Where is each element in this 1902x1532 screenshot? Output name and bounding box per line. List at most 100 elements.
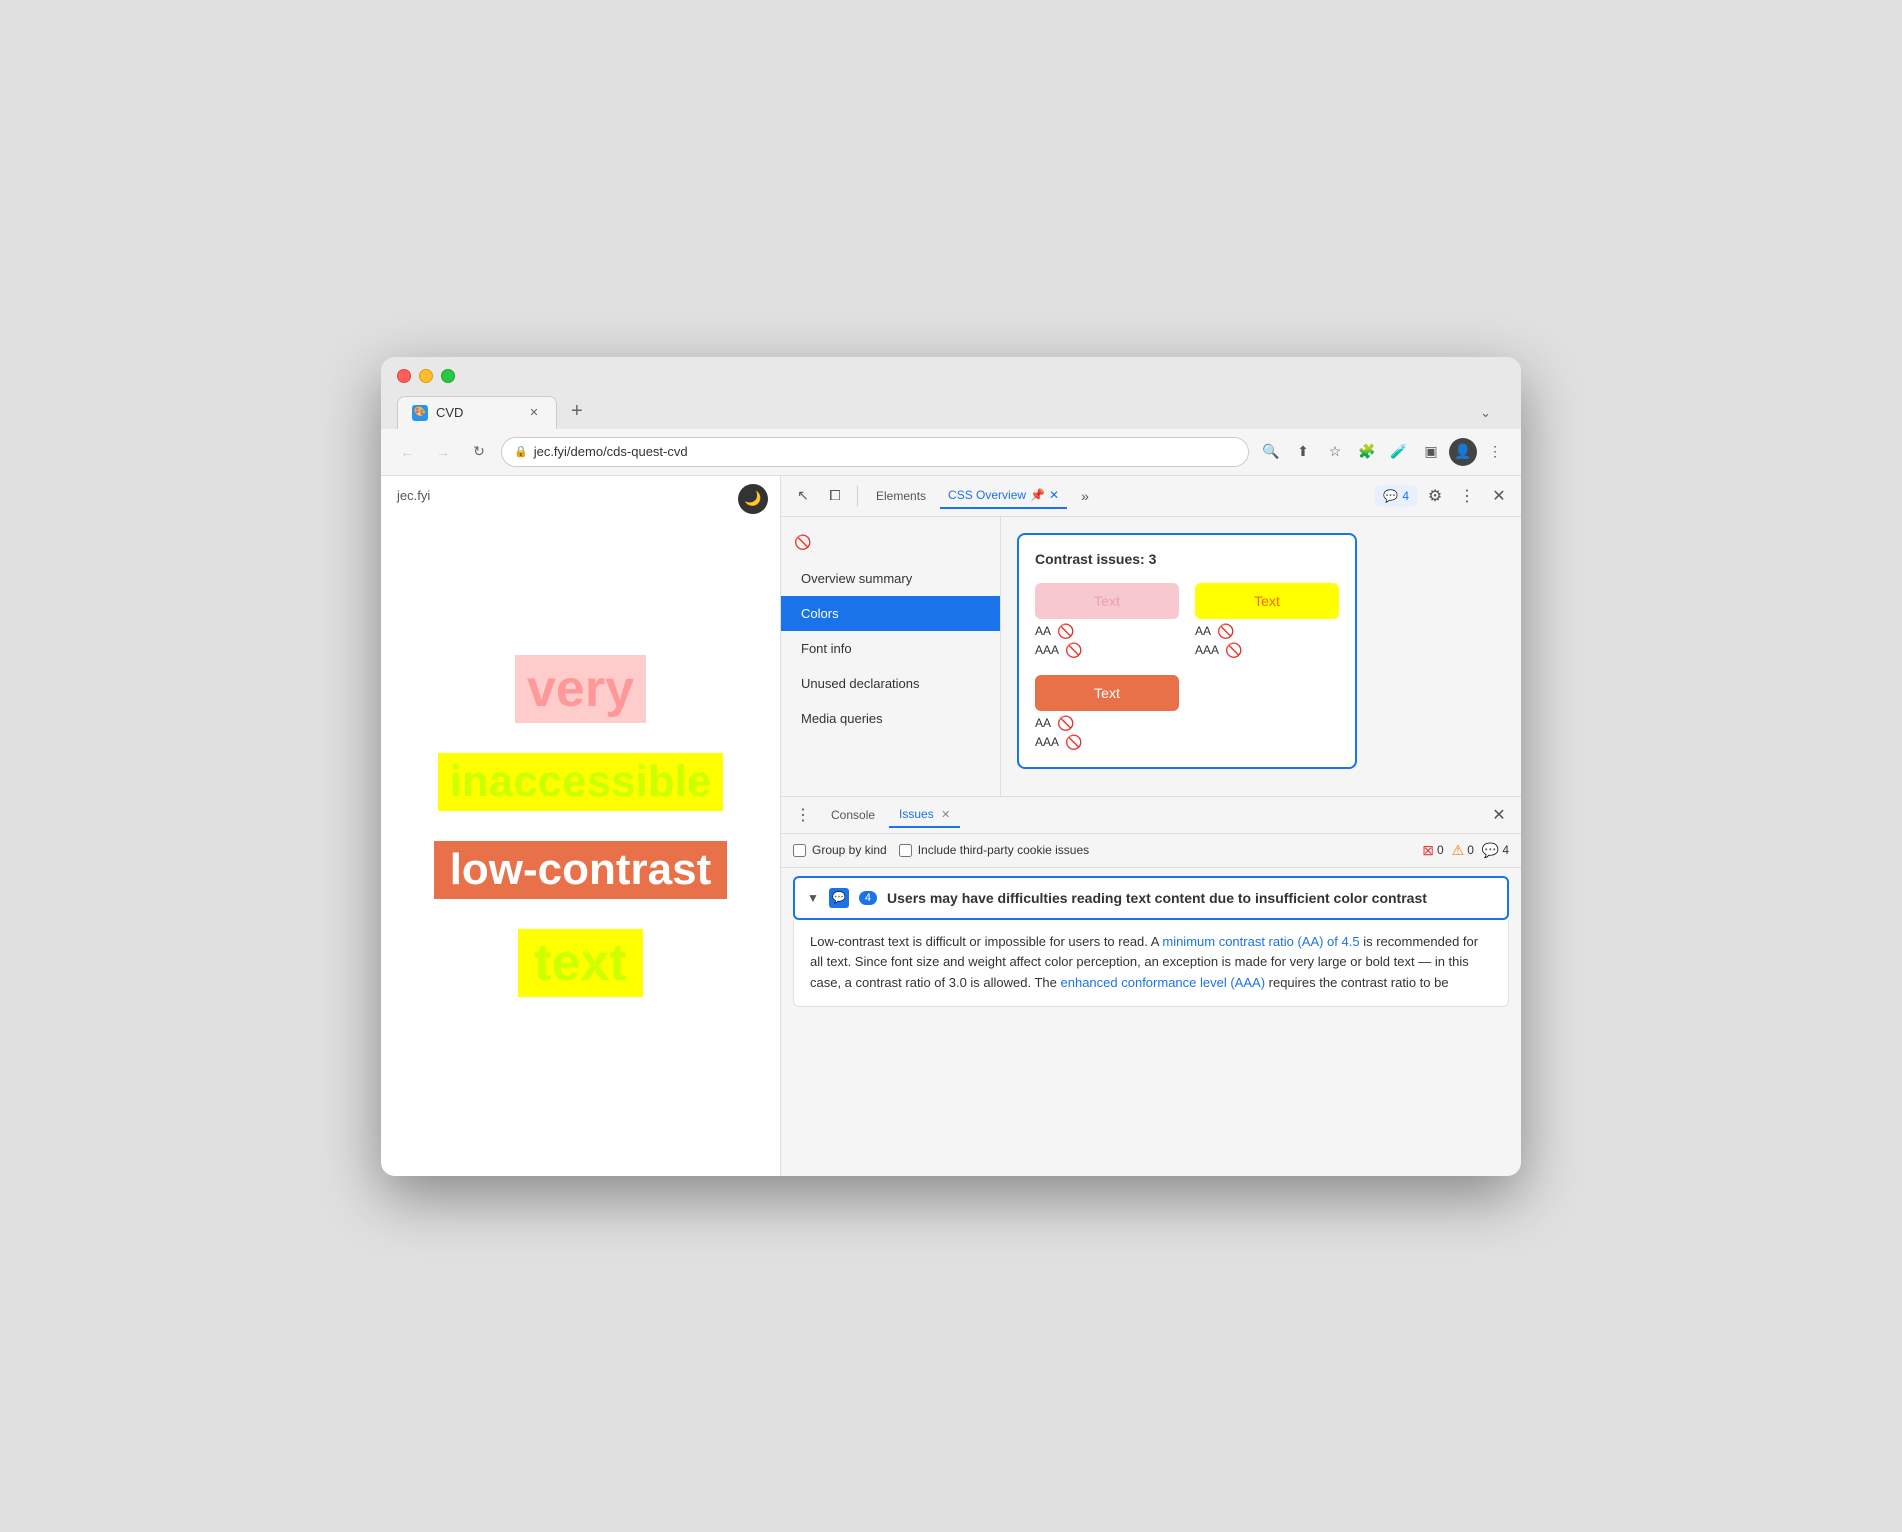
toolbar-separator <box>857 486 858 506</box>
devtools-panel: ↖ ⧠ Elements CSS Overview 📌 ✕ » 💬 4 ⚙ ⋮ … <box>781 476 1521 1176</box>
lock-icon: 🔒 <box>514 445 528 458</box>
group-by-kind-input[interactable] <box>793 844 806 857</box>
close-traffic-light[interactable] <box>397 369 411 383</box>
css-overview-close[interactable]: ✕ <box>1049 488 1059 502</box>
profile-button[interactable]: 👤 <box>1449 438 1477 466</box>
address-bar[interactable]: 🔒 jec.fyi/demo/cds-quest-cvd <box>501 437 1249 467</box>
devtools-more-button[interactable]: ⋮ <box>1453 482 1481 510</box>
contrast-text-box-orange[interactable]: Text <box>1035 675 1179 711</box>
tab-close-button[interactable]: ✕ <box>526 405 542 421</box>
contrast-rating-aa-yellow: AA 🚫 <box>1195 623 1339 640</box>
split-view-button[interactable]: ▣ <box>1417 438 1445 466</box>
tab-css-overview[interactable]: CSS Overview 📌 ✕ <box>940 483 1067 509</box>
menu-button[interactable]: ⋮ <box>1481 438 1509 466</box>
contrast-ratings-pink: AA 🚫 AAA 🚫 <box>1035 623 1179 659</box>
back-button[interactable]: ← <box>393 438 421 466</box>
issues-tab-close[interactable]: ✕ <box>941 809 950 821</box>
contrast-panel: Contrast issues: 3 Text AA <box>1017 533 1357 769</box>
contrast-item-pink: Text AA 🚫 AAA 🚫 <box>1035 583 1179 659</box>
contrast-rating-aa-pink: AA 🚫 <box>1035 623 1179 640</box>
issue-type-icon: 💬 <box>829 888 849 908</box>
no-capture-button[interactable]: 🚫 <box>789 529 817 557</box>
contrast-grid: Text AA 🚫 AAA 🚫 <box>1035 583 1339 751</box>
error-icon: ⊠ <box>1422 842 1434 859</box>
issue-body: Low-contrast text is difficult or imposs… <box>793 920 1509 1007</box>
cursor-tool-button[interactable]: ↖ <box>789 482 817 510</box>
minimize-traffic-light[interactable] <box>419 369 433 383</box>
contrast-item-orange: Text AA 🚫 AAA 🚫 <box>1035 675 1179 751</box>
device-tool-button[interactable]: ⧠ <box>821 482 849 510</box>
bottom-panel-menu[interactable]: ⋮ <box>789 801 817 829</box>
tab-favicon: 🎨 <box>412 405 428 421</box>
sidebar-item-media-queries[interactable]: Media queries <box>781 701 1000 736</box>
issues-toolbar: Group by kind Include third-party cookie… <box>781 834 1521 868</box>
more-tabs-button[interactable]: » <box>1071 482 1099 510</box>
info-icon: 💬 <box>1482 842 1499 859</box>
contrast-text-box-yellow[interactable]: Text <box>1195 583 1339 619</box>
aaa-fail-icon-yellow: 🚫 <box>1225 642 1242 659</box>
share-button[interactable]: ⬆ <box>1289 438 1317 466</box>
bottom-panel-close[interactable]: ✕ <box>1485 801 1513 829</box>
group-by-kind-checkbox[interactable]: Group by kind <box>793 843 887 857</box>
search-button[interactable]: 🔍 <box>1257 438 1285 466</box>
main-area: jec.fyi 🌙 very inaccessible low-contrast… <box>381 476 1521 1176</box>
tab-list-button[interactable]: ⌄ <box>1466 397 1505 429</box>
devtools-settings-button[interactable]: ⚙ <box>1421 482 1449 510</box>
traffic-lights <box>397 369 1505 383</box>
issue-count-badge: 4 <box>859 891 877 905</box>
warning-icon: ⚠ <box>1452 842 1465 859</box>
site-label: jec.fyi <box>397 488 430 503</box>
issue-expand-arrow[interactable]: ▼ <box>807 891 819 905</box>
pin-icon: 📌 <box>1030 488 1045 502</box>
third-party-checkbox[interactable]: Include third-party cookie issues <box>899 843 1089 857</box>
dark-mode-button[interactable]: 🌙 <box>738 484 768 514</box>
forward-button[interactable]: → <box>429 438 457 466</box>
tab-console[interactable]: Console <box>821 803 885 827</box>
devtools-close-button[interactable]: ✕ <box>1485 482 1513 510</box>
sidebar-item-colors[interactable]: Colors <box>781 596 1000 631</box>
css-overview-label: CSS Overview <box>948 488 1026 502</box>
contrast-rating-aa-orange: AA 🚫 <box>1035 715 1179 732</box>
issues-badge-count: 4 <box>1402 489 1409 503</box>
issues-badge[interactable]: 💬 4 <box>1375 485 1417 507</box>
browser-tab[interactable]: 🎨 CVD ✕ <box>397 396 557 429</box>
sidebar-item-overview-summary[interactable]: Overview summary <box>781 561 1000 596</box>
demo-text-text: text <box>518 929 642 997</box>
css-sidebar: 🚫 Overview summary Colors Font info Unus… <box>781 517 1001 796</box>
refresh-button[interactable]: ↻ <box>465 438 493 466</box>
tab-elements[interactable]: Elements <box>866 484 936 508</box>
extensions-button[interactable]: 🧩 <box>1353 438 1381 466</box>
bottom-tab-bar: ⋮ Console Issues ✕ ✕ <box>781 797 1521 834</box>
sidebar-item-unused-declarations[interactable]: Unused declarations <box>781 666 1000 701</box>
third-party-input[interactable] <box>899 844 912 857</box>
sidebar-item-font-info[interactable]: Font info <box>781 631 1000 666</box>
contrast-rating-aaa-yellow: AAA 🚫 <box>1195 642 1339 659</box>
contrast-ratings-yellow: AA 🚫 AAA 🚫 <box>1195 623 1339 659</box>
issue-header[interactable]: ▼ 💬 4 Users may have difficulties readin… <box>793 876 1509 920</box>
css-main-content: Contrast issues: 3 Text AA <box>1001 517 1521 796</box>
issues-badge-icon: 💬 <box>1383 489 1398 503</box>
devtools-top-bar: ↖ ⧠ Elements CSS Overview 📌 ✕ » 💬 4 ⚙ ⋮ … <box>781 476 1521 517</box>
tab-issues[interactable]: Issues ✕ <box>889 802 960 828</box>
fullscreen-traffic-light[interactable] <box>441 369 455 383</box>
bottom-panel: ⋮ Console Issues ✕ ✕ Group by kind <box>781 796 1521 1176</box>
issues-badges: ⊠ 0 ⚠ 0 💬 4 <box>1422 842 1509 859</box>
aa-fail-icon-yellow: 🚫 <box>1217 623 1234 640</box>
flask-button[interactable]: 🧪 <box>1385 438 1413 466</box>
contrast-text-box-pink[interactable]: Text <box>1035 583 1179 619</box>
warning-badge: ⚠ 0 <box>1452 842 1474 859</box>
issues-content: ▼ 💬 4 Users may have difficulties readin… <box>781 868 1521 1176</box>
url-text: jec.fyi/demo/cds-quest-cvd <box>534 444 688 459</box>
aa-link[interactable]: minimum contrast ratio (AA) of 4.5 <box>1162 934 1359 949</box>
demo-very-text: very <box>515 655 646 723</box>
page-content: jec.fyi 🌙 very inaccessible low-contrast… <box>381 476 781 1176</box>
contrast-panel-title: Contrast issues: 3 <box>1035 551 1339 567</box>
aa-fail-icon-orange: 🚫 <box>1057 715 1074 732</box>
aaa-fail-icon-orange: 🚫 <box>1065 734 1082 751</box>
bookmark-button[interactable]: ☆ <box>1321 438 1349 466</box>
new-tab-button[interactable]: + <box>557 393 597 429</box>
css-overview-content: 🚫 Overview summary Colors Font info Unus… <box>781 517 1521 796</box>
demo-inaccessible-text: inaccessible <box>438 753 724 811</box>
tab-title: CVD <box>436 405 463 420</box>
aaa-link[interactable]: enhanced conformance level (AAA) <box>1061 975 1266 990</box>
